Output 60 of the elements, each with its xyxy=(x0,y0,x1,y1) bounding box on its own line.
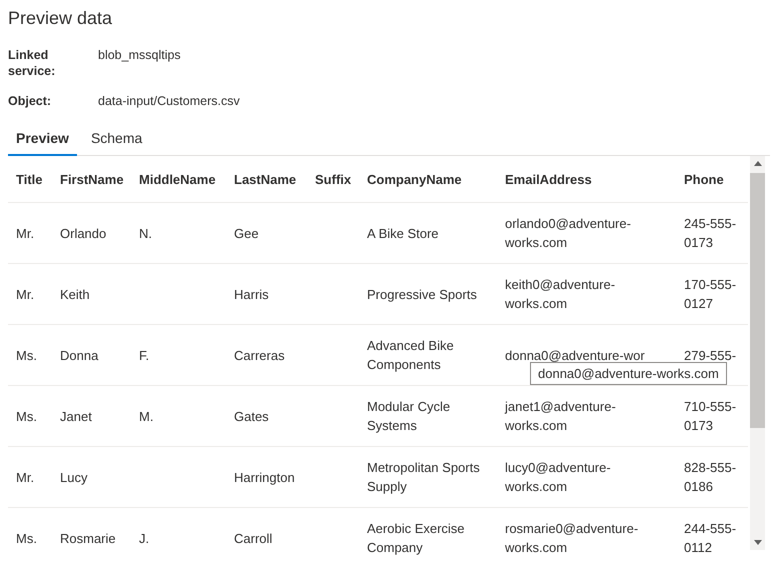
table-cell-text: Harris xyxy=(234,286,269,304)
table-cell-text: Ms. xyxy=(16,346,37,364)
column-header: CompanyName xyxy=(359,156,497,202)
table-cell-text: N. xyxy=(139,224,152,242)
table-cell-text: Keith xyxy=(60,286,90,304)
table-cell-text: Modular Cycle Systems xyxy=(367,398,452,435)
table-cell-text: Orlando xyxy=(60,224,106,242)
scroll-up-icon[interactable] xyxy=(754,161,762,166)
table-cell-text: Progressive Sports xyxy=(367,286,477,304)
table-cell-text: Mr. xyxy=(16,224,34,242)
tooltip: donna0@adventure-works.com xyxy=(530,362,727,385)
table-cell-text: F. xyxy=(139,346,150,364)
table-cell-text: Ms. xyxy=(16,530,37,548)
table-cell-text: 828-555-0186 xyxy=(684,459,738,496)
detail-label: Object: xyxy=(8,93,52,109)
table-cell-text: Mr. xyxy=(16,286,34,304)
table-cell-text: M. xyxy=(139,408,154,426)
detail-value: data-input/Customers.csv xyxy=(98,93,240,109)
table-cell-text: Janet xyxy=(60,408,92,426)
scrollbar[interactable] xyxy=(750,156,765,550)
table-cell-text: donna0@adventure-wor xyxy=(505,346,645,364)
column-header: EmailAddress xyxy=(497,156,676,202)
column-header: MiddleName xyxy=(131,156,226,202)
table-cell-text: 279-555- xyxy=(684,346,736,364)
table-cell-text: A Bike Store xyxy=(367,224,439,242)
table-cell-text: J. xyxy=(139,530,150,548)
table-cell-text: Ms. xyxy=(16,408,37,426)
column-header: FirstName xyxy=(52,156,131,202)
tab[interactable]: Preview xyxy=(8,123,77,156)
table-cell-text: 244-555-0112 xyxy=(684,520,738,557)
detail-value: blob_mssqltips xyxy=(98,47,181,64)
table-cell-text: Lucy xyxy=(60,468,88,486)
scroll-down-icon[interactable] xyxy=(754,540,762,545)
table-cell-text: Metropolitan Sports Supply xyxy=(367,459,481,496)
table-cell-text: Rosmarie xyxy=(60,530,116,548)
table-cell-text: Gates xyxy=(234,408,269,426)
table-cell-text: Aerobic Exercise Company xyxy=(367,520,466,557)
table-cell-text: keith0@adventure-works.com xyxy=(505,276,616,313)
table-cell-text: Harrington xyxy=(234,468,295,486)
table-cell-text: Donna xyxy=(60,346,98,364)
column-header: Phone xyxy=(676,156,748,202)
table-cell-text: Carreras xyxy=(234,346,285,364)
table-cell-text: 170-555-0127 xyxy=(684,276,738,313)
table-cell-text: Mr. xyxy=(16,468,34,486)
table-cell-text: janet1@adventure-works.com xyxy=(505,398,617,435)
scroll-thumb[interactable] xyxy=(750,173,765,428)
table-cell-text: 245-555-0173 xyxy=(684,215,738,252)
column-header: Suffix xyxy=(307,156,359,202)
column-header: Title xyxy=(8,156,52,202)
table-cell-text: rosmarie0@adventure-works.com xyxy=(505,520,640,557)
tab[interactable]: Schema xyxy=(82,123,150,156)
table-cell-text: lucy0@adventure-works.com xyxy=(505,459,612,496)
detail-label: Linked service: xyxy=(8,47,56,79)
column-header: LastName xyxy=(226,156,307,202)
panel-title: Preview data xyxy=(8,7,114,30)
table-cell-text: Gee xyxy=(234,224,259,242)
table-cell-text: Advanced Bike Components xyxy=(367,337,455,374)
table-cell-text: 710-555-0173 xyxy=(684,398,738,435)
table-cell-text: Carroll xyxy=(234,530,272,548)
table-cell-text: orlando0@adventure-works.com xyxy=(505,215,632,252)
